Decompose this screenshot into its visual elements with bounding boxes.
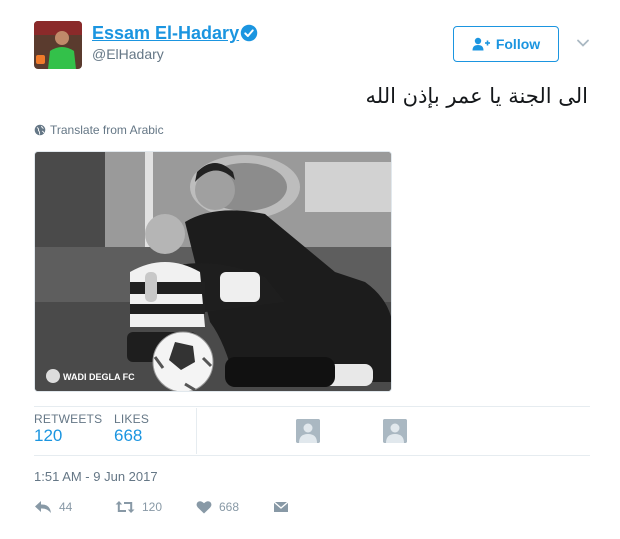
likes-stat[interactable]: LIKES 668 bbox=[114, 412, 149, 446]
like-button[interactable]: 668 bbox=[196, 500, 239, 514]
liker-avatar[interactable] bbox=[296, 419, 320, 443]
author-avatar[interactable] bbox=[34, 21, 82, 69]
tweet-timestamp[interactable]: 1:51 AM - 9 Jun 2017 bbox=[34, 469, 158, 484]
translate-link[interactable]: Translate from Arabic bbox=[34, 123, 164, 137]
retweet-button[interactable]: 120 bbox=[115, 500, 162, 514]
reply-count: 44 bbox=[59, 500, 73, 514]
divider bbox=[34, 406, 590, 407]
globe-icon bbox=[34, 124, 46, 136]
follow-button[interactable]: Follow bbox=[453, 26, 559, 62]
tweet-text: الى الجنة يا عمر بإذن الله bbox=[365, 84, 588, 108]
tweet-photo[interactable]: WADI DEGLA FC bbox=[34, 151, 392, 392]
add-user-icon bbox=[472, 37, 490, 51]
photo-watermark: WADI DEGLA FC bbox=[63, 372, 135, 382]
reply-icon bbox=[35, 501, 51, 513]
like-count: 668 bbox=[219, 500, 240, 514]
liker-avatar[interactable] bbox=[383, 419, 407, 443]
divider bbox=[34, 455, 590, 456]
verified-badge-icon bbox=[240, 24, 258, 42]
envelope-icon bbox=[273, 501, 289, 512]
likes-value: 668 bbox=[114, 426, 143, 445]
stats-divider bbox=[196, 408, 197, 454]
reply-button[interactable]: 44 bbox=[34, 500, 72, 514]
translate-label: Translate from Arabic bbox=[50, 123, 164, 137]
follow-label: Follow bbox=[495, 36, 541, 52]
retweet-count: 120 bbox=[142, 500, 163, 514]
retweets-value: 120 bbox=[34, 426, 63, 445]
author-name[interactable]: Essam El-Hadary bbox=[92, 22, 239, 44]
retweets-stat[interactable]: RETWEETS 120 bbox=[34, 412, 102, 446]
message-button[interactable] bbox=[273, 500, 289, 514]
retweets-label: RETWEETS bbox=[34, 412, 103, 426]
author-handle[interactable]: @ElHadary bbox=[92, 46, 164, 62]
chevron-down-icon[interactable] bbox=[576, 36, 590, 50]
likes-label: LIKES bbox=[114, 412, 150, 426]
retweet-icon bbox=[115, 501, 135, 513]
heart-icon bbox=[196, 501, 212, 514]
